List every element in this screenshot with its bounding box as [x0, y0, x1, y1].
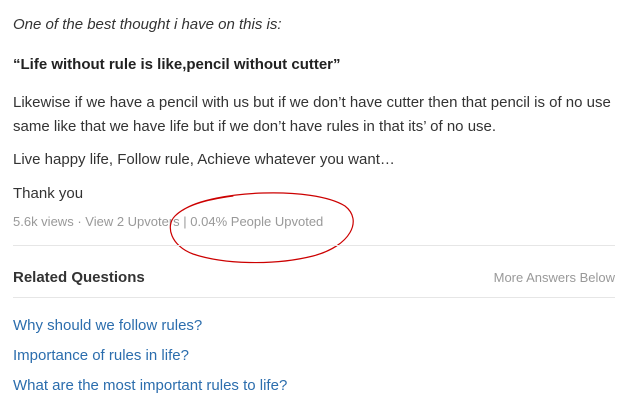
answer-content: One of the best thought i have on this i… — [13, 14, 628, 229]
related-divider — [13, 297, 615, 298]
section-divider — [13, 245, 615, 246]
views-count: 5.6k views — [13, 214, 74, 229]
answer-intro: One of the best thought i have on this i… — [13, 16, 282, 33]
related-question-link[interactable]: What are the most important rules to lif… — [13, 376, 287, 396]
answer-motto: Live happy life, Follow rule, Achieve wh… — [13, 151, 395, 168]
red-circle-annotation — [169, 192, 354, 264]
answer-quote: “Life without rule is like,pencil withou… — [13, 56, 341, 73]
stats-separator: · — [73, 214, 86, 229]
related-header: Related Questions More Answers Below — [13, 269, 615, 291]
answer-signoff: Thank you — [13, 185, 84, 202]
answer-body: Likewise if we have a pencil with us but… — [13, 94, 611, 135]
related-questions-title: Related Questions — [13, 269, 145, 286]
more-answers-link[interactable]: More Answers Below — [494, 270, 615, 285]
related-question-link[interactable]: Why should we follow rules? — [13, 316, 202, 336]
related-question-link[interactable]: Importance of rules in life? — [13, 346, 189, 366]
